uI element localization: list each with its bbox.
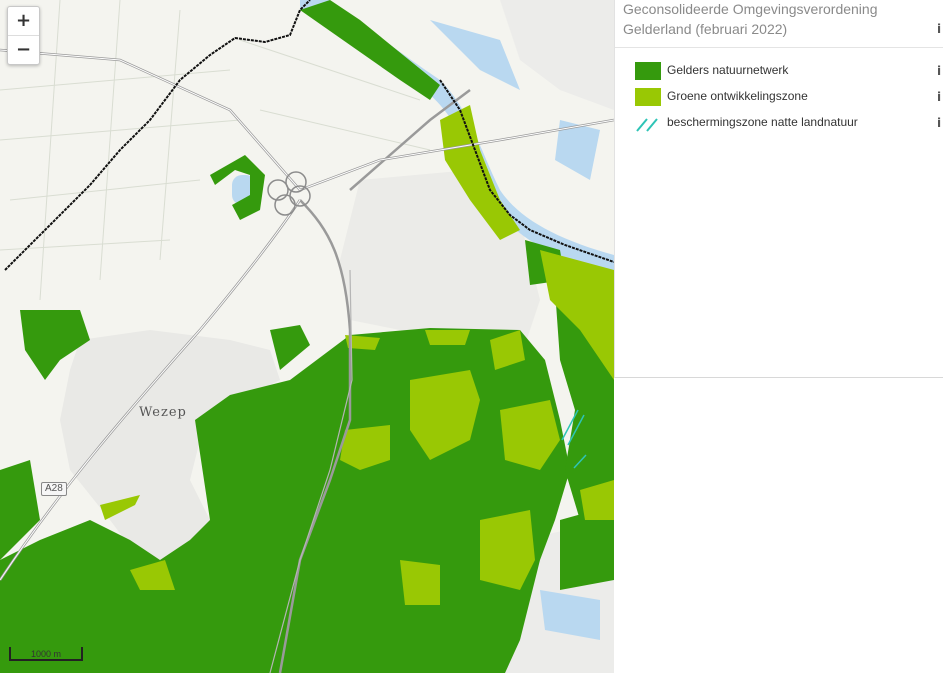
- scale-label: 1000 m: [30, 649, 62, 659]
- map-canvas: [0, 0, 614, 673]
- place-label-wezep: Wezep: [139, 405, 187, 420]
- info-icon[interactable]: i: [937, 116, 941, 130]
- zoom-out-button[interactable]: −: [8, 35, 39, 64]
- legend-label: Gelders natuurnetwerk: [667, 63, 789, 77]
- swatch-natuurnetwerk: [635, 62, 661, 80]
- zoom-in-button[interactable]: +: [8, 7, 39, 35]
- info-icon[interactable]: i: [937, 90, 941, 104]
- scale-bar: 1000 m: [9, 647, 83, 661]
- legend-divider: [615, 47, 943, 48]
- info-icon[interactable]: i: [937, 64, 941, 78]
- legend-item-natuurnetwerk: Gelders natuurnetwerk: [635, 61, 940, 81]
- legend-item-beschermingszone: beschermingszone natte landnatuur: [635, 113, 940, 133]
- legend-panel: Geconsolideerde Omgevingsverordening Gel…: [614, 0, 943, 378]
- road-shield-a28: A28: [41, 482, 67, 496]
- swatch-ontwikkelingszone: [635, 88, 661, 106]
- legend-title: Geconsolideerde Omgevingsverordening Gel…: [623, 1, 878, 37]
- legend-label: Groene ontwikkelingszone: [667, 89, 808, 103]
- swatch-beschermingszone-hatch: [636, 118, 658, 132]
- map-viewport[interactable]: + − Wezep A28 1000 m: [0, 0, 614, 673]
- legend-item-ontwikkelingszone: Groene ontwikkelingszone: [635, 87, 940, 107]
- zoom-control: + −: [7, 6, 40, 65]
- legend-label: beschermingszone natte landnatuur: [667, 115, 858, 129]
- title-info-icon[interactable]: i: [937, 22, 941, 36]
